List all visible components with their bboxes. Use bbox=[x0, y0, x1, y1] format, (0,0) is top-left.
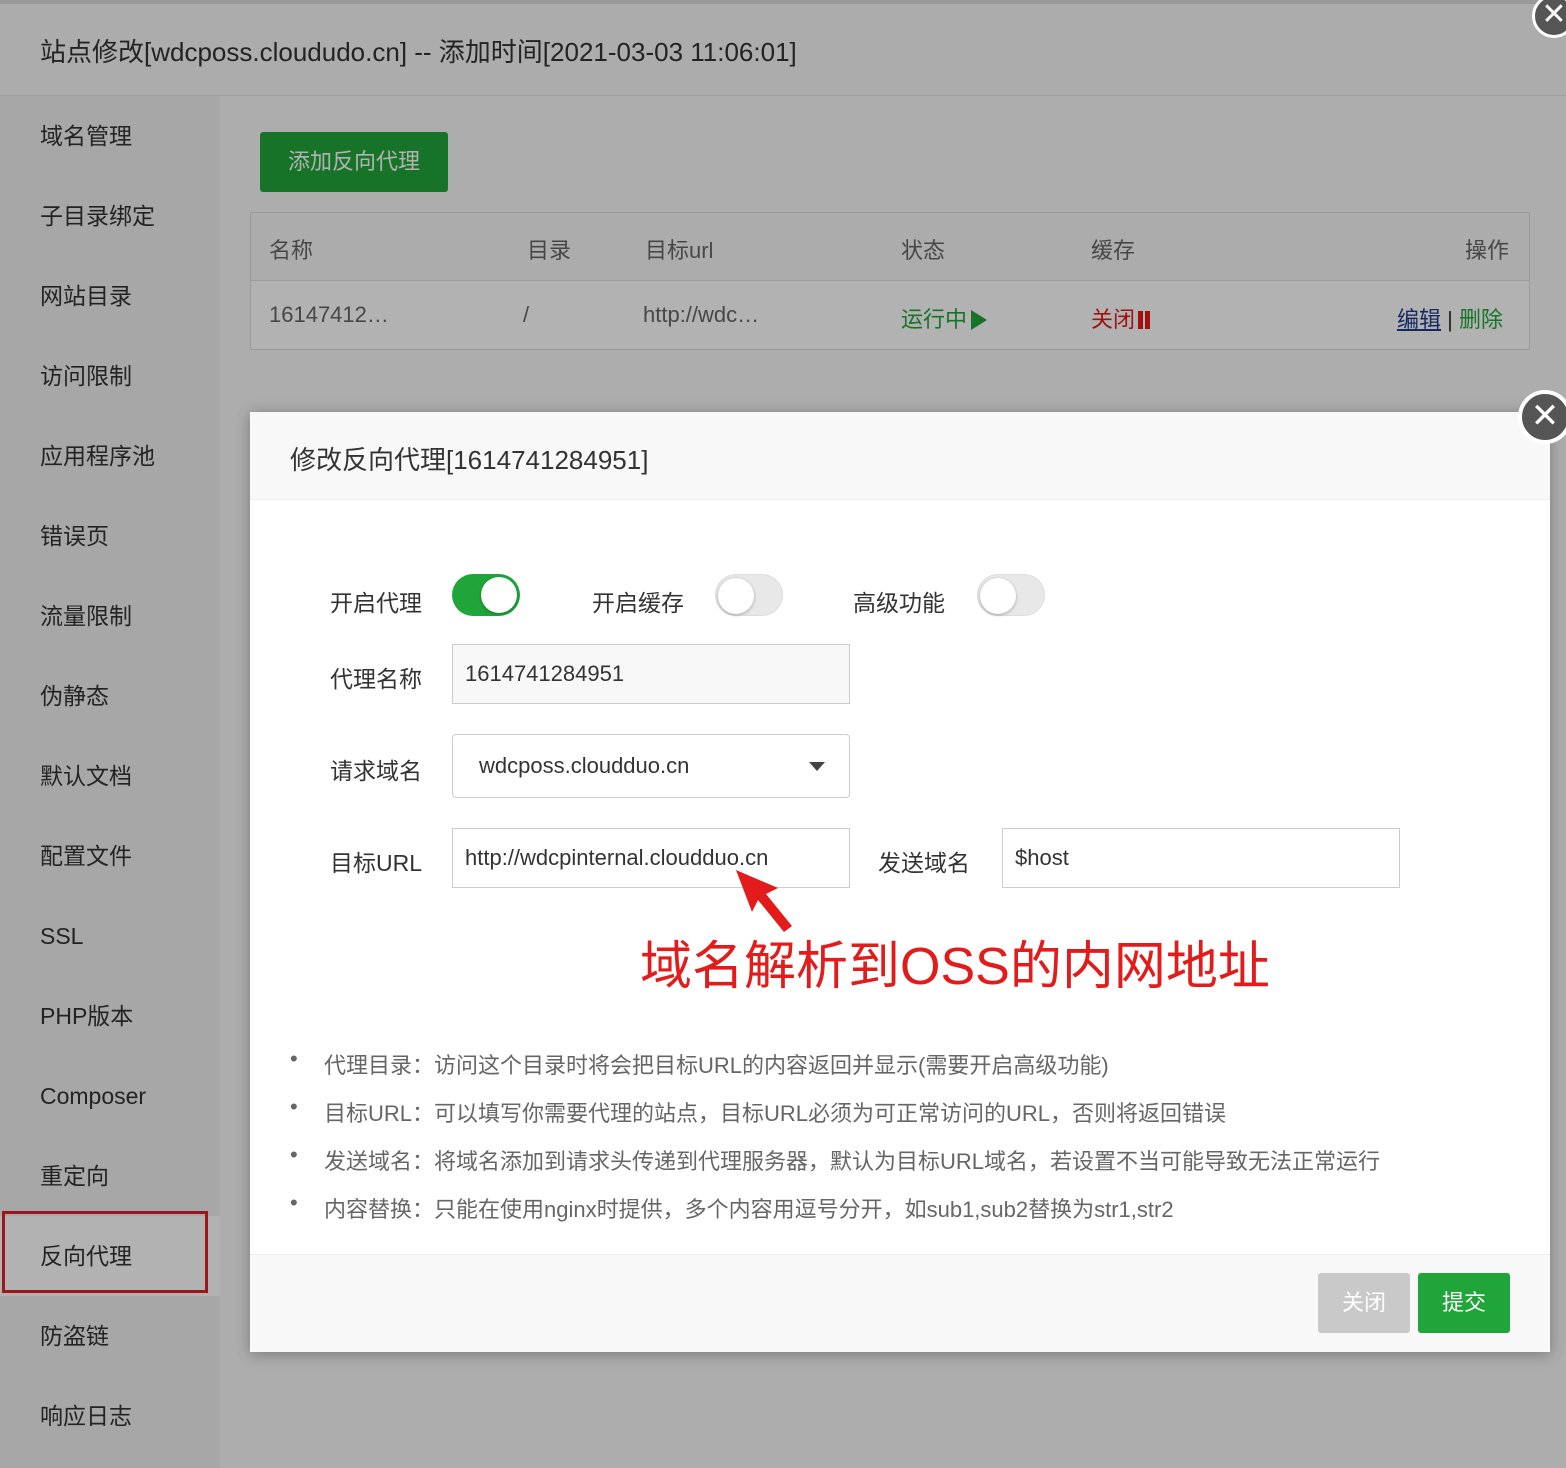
modal-close-icon[interactable]: ✕ bbox=[1518, 390, 1566, 444]
proxy-name-input[interactable]: 1614741284951 bbox=[452, 644, 850, 704]
annotation-text: 域名解析到OSS的内网地址 bbox=[640, 938, 1270, 996]
modal-title: 修改反向代理[1614741284951] bbox=[290, 445, 649, 475]
list-item: 内容替换：只能在使用nginx时提供，多个内容用逗号分开，如sub1,sub2替… bbox=[290, 1190, 1174, 1222]
enable-cache-toggle[interactable] bbox=[715, 574, 783, 616]
toggle-knob bbox=[718, 578, 754, 614]
toggle-knob bbox=[481, 577, 517, 613]
target-url-label: 目标URL bbox=[330, 850, 423, 876]
send-domain-input[interactable]: $host bbox=[1002, 828, 1400, 888]
close-button[interactable]: 关闭 bbox=[1318, 1273, 1410, 1333]
request-domain-value: wdcposs.cloudduo.cn bbox=[479, 753, 690, 778]
list-item: 代理目录：访问这个目录时将会把目标URL的内容返回并显示(需要开启高级功能) bbox=[290, 1046, 1109, 1078]
toggle-knob bbox=[980, 578, 1016, 614]
submit-button[interactable]: 提交 bbox=[1418, 1273, 1510, 1333]
modal-header: 修改反向代理[1614741284951] bbox=[250, 412, 1550, 500]
advanced-label: 高级功能 bbox=[853, 590, 945, 616]
chevron-down-icon bbox=[809, 762, 825, 771]
advanced-toggle[interactable] bbox=[977, 574, 1045, 616]
enable-proxy-toggle[interactable] bbox=[452, 574, 520, 616]
proxy-name-label: 代理名称 bbox=[330, 666, 422, 692]
list-item: 发送域名：将域名添加到请求头传递到代理服务器，默认为目标URL域名，若设置不当可… bbox=[290, 1142, 1380, 1174]
enable-proxy-label: 开启代理 bbox=[330, 590, 422, 616]
request-domain-label: 请求域名 bbox=[330, 758, 422, 784]
request-domain-select[interactable]: wdcposs.cloudduo.cn bbox=[452, 734, 850, 798]
list-item: 目标URL：可以填写你需要代理的站点，目标URL必须为可正常访问的URL，否则将… bbox=[290, 1094, 1226, 1126]
edit-proxy-modal: 修改反向代理[1614741284951] ✕ 开启代理 开启缓存 高级功能 代… bbox=[250, 390, 1566, 1352]
modal-footer: 关闭 提交 bbox=[250, 1254, 1550, 1352]
enable-cache-label: 开启缓存 bbox=[592, 590, 684, 616]
send-domain-label: 发送域名 bbox=[878, 850, 970, 876]
